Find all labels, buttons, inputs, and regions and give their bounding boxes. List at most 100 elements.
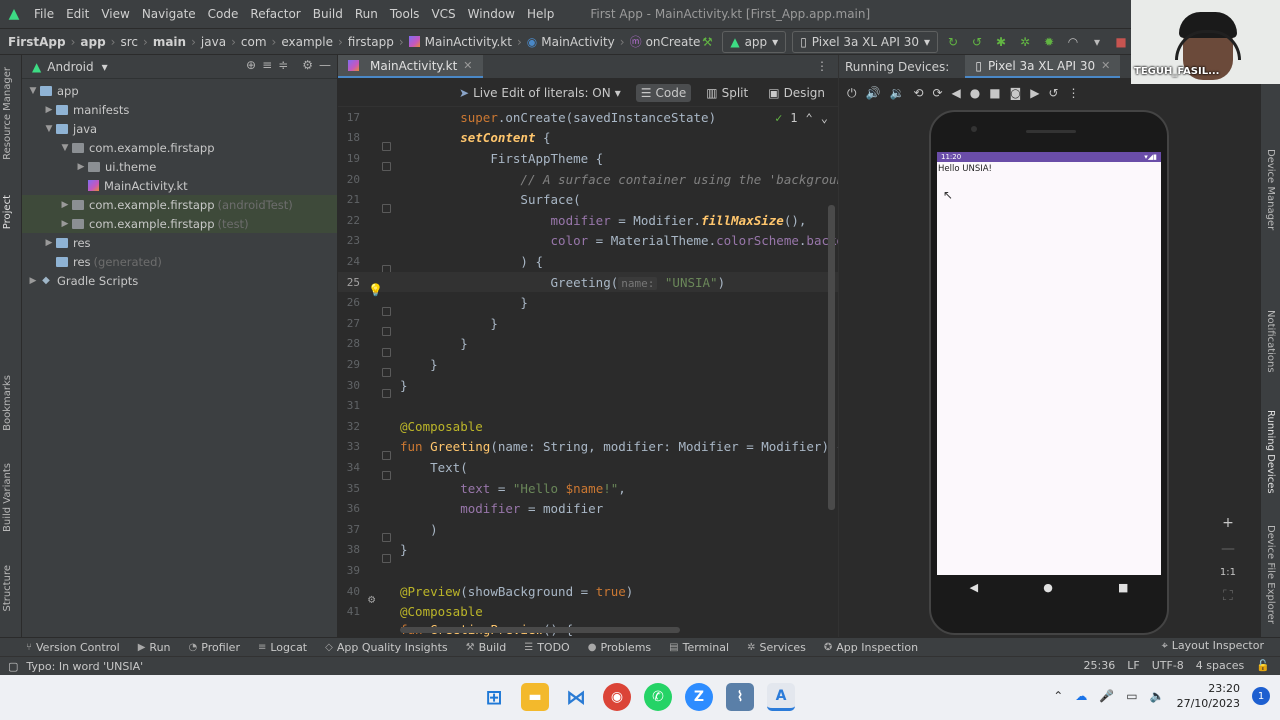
profiler-tab[interactable]: ◔ Profiler (189, 641, 240, 654)
indent-setting[interactable]: 4 spaces (1196, 659, 1245, 672)
tree-item-mainactivity[interactable]: MainActivity.kt (22, 176, 337, 195)
vertical-scrollbar[interactable] (828, 205, 835, 510)
breadcrumb-example[interactable]: example (281, 35, 333, 49)
zoom-in-icon[interactable]: + (1222, 515, 1234, 531)
tree-item-android-test[interactable]: ▶ com.example.firstapp (androidTest) (22, 195, 337, 214)
more-vertical-icon[interactable]: ⋮ (816, 59, 828, 73)
project-tab[interactable]: Project (2, 195, 13, 229)
logcat-tab[interactable]: ≡ Logcat (258, 641, 307, 654)
live-edit-toggle[interactable]: ➤ Live Edit of literals: ON ▾ (454, 84, 626, 102)
android-studio-taskbar-icon[interactable]: A (767, 683, 795, 711)
gear-icon[interactable]: ⚙ (302, 58, 313, 72)
device-manager-tab[interactable]: Device Manager (1265, 149, 1276, 230)
chevron-down-icon[interactable]: ▾ (102, 60, 108, 74)
breadcrumb-class[interactable]: MainActivity (541, 35, 615, 49)
status-message[interactable]: Typo: In word 'UNSIA' (26, 660, 143, 673)
menu-code[interactable]: Code (202, 7, 245, 21)
coverage-icon[interactable]: ◠ (1064, 33, 1082, 51)
code-area[interactable]: ✓ 1 ⌃ ⌄ 17 super.onCreate(savedInstanceSt… (338, 107, 838, 637)
code-mode-button[interactable]: ☰ Code (635, 83, 692, 102)
menu-window[interactable]: Window (462, 7, 521, 21)
chevron-right-icon[interactable]: ▶ (26, 276, 40, 286)
volume-down-icon[interactable]: 🔉 (889, 86, 904, 100)
menu-tools[interactable]: Tools (384, 7, 426, 21)
tree-item-gradle-scripts[interactable]: ▶ ◆ Gradle Scripts (22, 271, 337, 290)
breadcrumb-java[interactable]: java (201, 35, 226, 49)
locate-icon[interactable]: ⊕ (246, 58, 256, 72)
overview-icon[interactable]: ■ (989, 86, 1000, 100)
record-icon[interactable]: ▶ (1030, 86, 1039, 100)
todo-tab[interactable]: ☰ TODO (524, 641, 569, 654)
app-quality-insights-tab[interactable]: ◇ App Quality Insights (325, 641, 448, 654)
onedrive-icon[interactable]: ☁ (1075, 689, 1087, 703)
tree-item-java[interactable]: ▼ java (22, 119, 337, 138)
collapse-all-icon[interactable]: ≑ (278, 58, 288, 72)
notification-badge[interactable]: 1 (1252, 687, 1270, 705)
version-control-tab[interactable]: ⑂ Version Control (26, 641, 120, 654)
nav-recents-icon[interactable]: ■ (1118, 581, 1128, 594)
breadcrumb-app[interactable]: app (80, 35, 105, 49)
close-icon[interactable]: ✕ (1101, 59, 1110, 72)
tree-item-res[interactable]: ▶ res (22, 233, 337, 252)
resource-manager-tab[interactable]: Resource Manager (2, 67, 13, 160)
chevron-right-icon[interactable]: ▶ (58, 200, 72, 210)
chevron-right-icon[interactable]: ▶ (58, 219, 72, 229)
chevron-right-icon[interactable]: ▶ (74, 162, 88, 172)
breadcrumb-src[interactable]: src (120, 35, 138, 49)
whatsapp-icon[interactable]: ✆ (644, 683, 672, 711)
caret-position[interactable]: 25:36 (1084, 659, 1116, 672)
menu-help[interactable]: Help (521, 7, 560, 21)
rotate-right-icon[interactable]: ⟳ (932, 86, 942, 100)
tree-item-ui-theme[interactable]: ▶ ui.theme (22, 157, 337, 176)
tree-item-res-generated[interactable]: res (generated) (22, 252, 337, 271)
chevron-down-icon[interactable]: ▼ (58, 143, 72, 153)
device-file-explorer-tab[interactable]: Device File Explorer (1265, 525, 1276, 624)
power-icon[interactable]: ⏻ (847, 86, 857, 101)
menu-refactor[interactable]: Refactor (244, 7, 306, 21)
task-manager-icon[interactable]: ⌇ (726, 683, 754, 711)
speaker-icon[interactable]: 🔈 (1150, 689, 1165, 703)
horizontal-scrollbar[interactable] (400, 627, 680, 633)
expand-all-icon[interactable]: ≡ (262, 58, 272, 72)
breadcrumb-firstapp[interactable]: firstapp (348, 35, 394, 49)
menu-edit[interactable]: Edit (60, 7, 95, 21)
hammer-icon[interactable]: ⚒ (698, 33, 716, 51)
breadcrumb-project[interactable]: FirstApp (8, 35, 66, 49)
breadcrumb-method[interactable]: onCreate (646, 35, 701, 49)
structure-tab[interactable]: Structure (2, 565, 13, 612)
chevron-up-icon[interactable]: ⌃ (1053, 689, 1063, 703)
menu-navigate[interactable]: Navigate (136, 7, 202, 21)
app-inspection-tab[interactable]: ✪ App Inspection (824, 641, 918, 654)
build-tab[interactable]: ⚒ Build (466, 641, 507, 654)
zoom-icon[interactable]: Z (685, 683, 713, 711)
zoom-actual-size-icon[interactable]: 1:1 (1220, 567, 1236, 578)
nav-home-icon[interactable]: ● (1043, 581, 1053, 594)
line-separator[interactable]: LF (1127, 659, 1139, 672)
tab-mainactivity[interactable]: MainActivity.kt ✕ (338, 55, 483, 78)
toggle-tool-windows-icon[interactable]: ▢ (8, 660, 18, 673)
layout-inspector-tab[interactable]: ⌖ Layout Inspector (1162, 639, 1264, 653)
microphone-icon[interactable]: 🎤 (1099, 689, 1114, 703)
menu-view[interactable]: View (95, 7, 135, 21)
lock-icon[interactable]: 🔓 (1256, 659, 1270, 672)
camera-icon[interactable]: ◙ (1010, 86, 1022, 100)
volume-up-icon[interactable]: 🔊 (866, 86, 881, 100)
snapshot-icon[interactable]: ↺ (1048, 86, 1058, 100)
design-mode-button[interactable]: ▣ Design (763, 84, 830, 102)
menu-build[interactable]: Build (307, 7, 349, 21)
terminal-tab[interactable]: ▤ Terminal (669, 641, 729, 654)
menu-file[interactable]: File (28, 7, 60, 21)
problems-tab[interactable]: ● Problems (588, 641, 651, 654)
file-encoding[interactable]: UTF-8 (1152, 659, 1184, 672)
split-mode-button[interactable]: ▥ Split (701, 84, 753, 102)
tree-item-app[interactable]: ▼ app (22, 81, 337, 100)
clock[interactable]: 23:20 27/10/2023 (1177, 681, 1240, 711)
device-select[interactable]: ▯ Pixel 3a XL API 30 ▾ (792, 31, 938, 53)
chrome-icon[interactable]: ◉ (603, 683, 631, 711)
more-vertical-icon[interactable]: ⋮ (1068, 86, 1080, 100)
bookmarks-tab[interactable]: Bookmarks (2, 375, 13, 431)
chevron-down-icon[interactable]: ▼ (42, 124, 56, 134)
hide-panel-icon[interactable]: — (319, 58, 331, 72)
tree-item-manifests[interactable]: ▶ manifests (22, 100, 337, 119)
tree-item-package[interactable]: ▼ com.example.firstapp (22, 138, 337, 157)
